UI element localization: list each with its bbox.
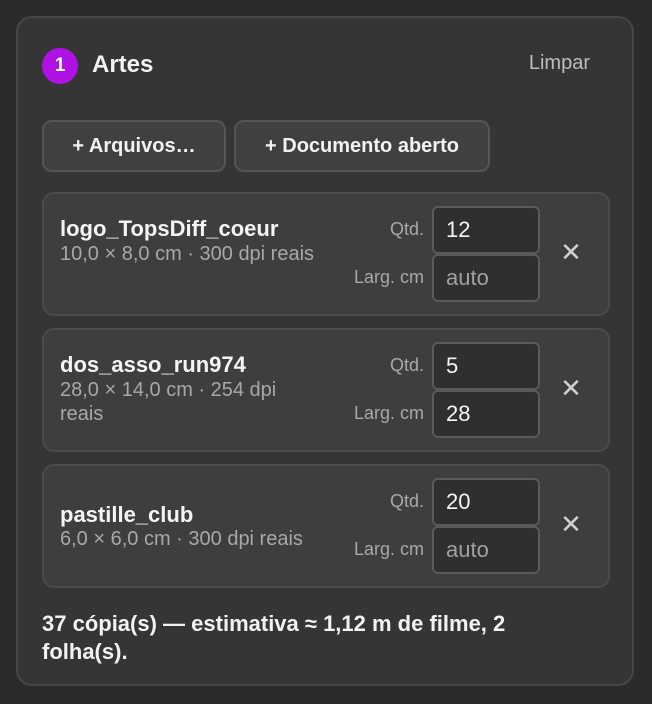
artwork-panel: 1 Artes Limpar + Arquivos… + Documento a…: [16, 16, 634, 686]
artwork-name: pastille_club: [60, 502, 194, 527]
qty-input[interactable]: [432, 206, 540, 254]
artwork-name: logo_TopsDiff_coeur: [60, 216, 279, 241]
artwork-meta: 6,0 × 6,0 cm · 300 dpi reais: [60, 528, 303, 550]
width-label: Larg. cm: [353, 539, 424, 559]
summary-text: 37 cópia(s) — estimativa ≈ 1,12 m de fil…: [42, 611, 506, 664]
step-badge: 1: [42, 48, 78, 84]
width-input[interactable]: [432, 254, 540, 302]
artwork-meta: 28,0 × 14,0 cm · 254 dpi reais: [60, 379, 277, 425]
remove-item-icon[interactable]: ✕: [558, 370, 584, 406]
width-label: Larg. cm: [353, 403, 424, 423]
add-files-button[interactable]: + Arquivos…: [42, 120, 226, 172]
artwork-name: dos_asso_run974: [60, 352, 246, 377]
remove-item-icon[interactable]: ✕: [558, 506, 584, 542]
artwork-item: dos_asso_run974 28,0 × 14,0 cm · 254 dpi…: [42, 328, 610, 452]
artwork-item: pastille_club 6,0 × 6,0 cm · 300 dpi rea…: [42, 464, 610, 588]
qty-label: Qtd.: [389, 355, 424, 375]
qty-label: Qtd.: [389, 491, 424, 511]
remove-item-icon[interactable]: ✕: [558, 234, 584, 270]
artwork-meta: 10,0 × 8,0 cm · 300 dpi reais: [60, 243, 315, 265]
qty-input[interactable]: [432, 478, 540, 526]
clear-button[interactable]: Limpar: [529, 52, 590, 75]
panel-title: Artes: [92, 51, 154, 78]
qty-label: Qtd.: [389, 219, 424, 239]
artwork-item: logo_TopsDiff_coeur 10,0 × 8,0 cm · 300 …: [42, 192, 610, 316]
width-label: Larg. cm: [353, 267, 424, 287]
width-input[interactable]: [432, 390, 540, 438]
width-input[interactable]: [432, 526, 540, 574]
qty-input[interactable]: [432, 342, 540, 390]
add-open-document-button[interactable]: + Documento aberto: [234, 120, 490, 172]
